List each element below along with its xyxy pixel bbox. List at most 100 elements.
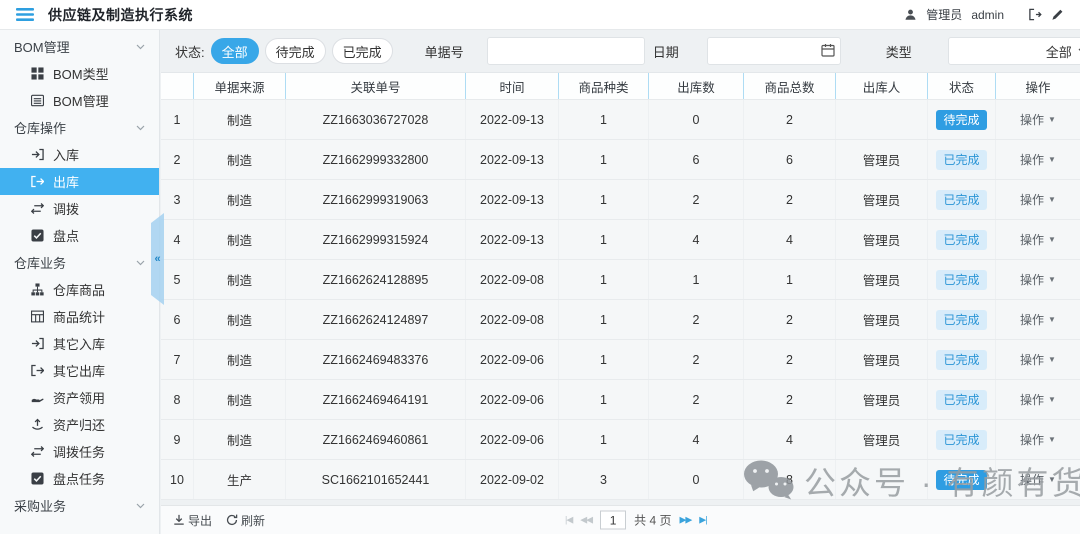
row-action-button[interactable]: 操作 ▼ — [1020, 311, 1056, 328]
sidebar-item-outbound[interactable]: 出库 — [0, 168, 159, 195]
row-action-button[interactable]: 操作 ▼ — [1020, 191, 1056, 208]
status-badge: 已完成 — [936, 350, 986, 370]
cell-index: 10 — [161, 460, 194, 499]
cell-source: 制造 — [194, 380, 286, 419]
page-number-input[interactable] — [600, 511, 626, 530]
sidebar-item-stocktake[interactable]: 盘点 — [0, 222, 159, 249]
cell-total-count: 2 — [744, 180, 836, 219]
cell-status: 待完成 — [928, 460, 996, 499]
collapse-left-icon: « — [154, 253, 160, 265]
check-square-icon — [30, 229, 44, 243]
cell-index: 3 — [161, 180, 194, 219]
sidebar-item-bom-type[interactable]: BOM类型 — [0, 60, 159, 87]
sidebar-group-warehouse-biz[interactable]: 仓库业务 — [0, 249, 159, 276]
chevron-down-icon — [136, 503, 145, 509]
sidebar-item-bom-manage[interactable]: BOM管理 — [0, 87, 159, 114]
cell-action: 操作 ▼ — [996, 220, 1080, 259]
status-badge: 已完成 — [936, 150, 986, 170]
chevron-down-icon — [136, 44, 145, 50]
sidebar-group-warehouse-ops[interactable]: 仓库操作 — [0, 114, 159, 141]
status-badge: 已完成 — [936, 390, 986, 410]
menu-hamburger-icon[interactable] — [16, 8, 34, 21]
cell-category-count: 1 — [559, 420, 649, 459]
caret-down-icon: ▼ — [1048, 115, 1056, 124]
sidebar-item-inbound[interactable]: 入库 — [0, 141, 159, 168]
cell-category-count: 3 — [559, 460, 649, 499]
sidebar-item-transfer-task[interactable]: 调拨任务 — [0, 438, 159, 465]
table-row: 4 制造 ZZ1662999315924 2022-09-13 1 4 4 管理… — [161, 220, 1080, 260]
page-last-button[interactable]: ▶| — [699, 515, 706, 526]
main-content: 状态: 全部 待完成 已完成 单据号 日期 类型 全部 单据来源 关联单号 时间 — [161, 30, 1080, 534]
cell-out-count: 2 — [649, 380, 744, 419]
sidebar-item-asset-requisition[interactable]: 资产领用 — [0, 384, 159, 411]
user-role: 管理员 — [926, 6, 962, 23]
cell-order-no: ZZ1663036727028 — [286, 100, 466, 139]
sign-out-icon — [30, 175, 44, 189]
list-icon — [30, 94, 44, 108]
page-prev-button[interactable]: ◀◀ — [580, 515, 592, 526]
app-title: 供应链及制造执行系统 — [48, 5, 193, 25]
cell-category-count: 1 — [559, 220, 649, 259]
sidebar-group-bom[interactable]: BOM管理 — [0, 33, 159, 60]
order-no-input[interactable] — [487, 37, 645, 65]
row-action-button[interactable]: 操作 ▼ — [1020, 431, 1056, 448]
calendar-icon[interactable] — [821, 43, 835, 57]
row-action-button[interactable]: 操作 ▼ — [1020, 391, 1056, 408]
check-square-icon — [30, 472, 44, 486]
cell-index: 8 — [161, 380, 194, 419]
row-action-button[interactable]: 操作 ▼ — [1020, 351, 1056, 368]
table-header-row: 单据来源 关联单号 时间 商品种类 出库数 商品总数 出库人 状态 操作 — [161, 72, 1080, 100]
sidebar-item-warehouse-goods[interactable]: 仓库商品 — [0, 276, 159, 303]
cell-status: 已完成 — [928, 180, 996, 219]
cell-source: 制造 — [194, 260, 286, 299]
sidebar-item-stocktake-task[interactable]: 盘点任务 — [0, 465, 159, 492]
status-filter-done[interactable]: 已完成 — [332, 38, 393, 64]
filter-bar: 状态: 全部 待完成 已完成 单据号 日期 类型 全部 — [161, 30, 1080, 72]
sidebar-item-other-outbound[interactable]: 其它出库 — [0, 357, 159, 384]
cell-operator: 管理员 — [836, 260, 928, 299]
sidebar-item-asset-return[interactable]: 资产归还 — [0, 411, 159, 438]
hand-holding-icon — [30, 391, 44, 405]
user-icon — [904, 8, 917, 21]
sidebar-item-other-inbound[interactable]: 其它入库 — [0, 330, 159, 357]
row-action-button[interactable]: 操作 ▼ — [1020, 231, 1056, 248]
caret-down-icon: ▼ — [1048, 235, 1056, 244]
theme-brush-icon[interactable] — [1051, 8, 1064, 21]
export-button[interactable]: 导出 — [173, 512, 212, 529]
cell-index: 6 — [161, 300, 194, 339]
cell-source: 生产 — [194, 460, 286, 499]
row-action-button[interactable]: 操作 ▼ — [1020, 111, 1056, 128]
cell-time: 2022-09-06 — [466, 420, 559, 459]
status-filter-all[interactable]: 全部 — [211, 38, 259, 64]
cell-total-count: 2 — [744, 100, 836, 139]
cell-order-no: ZZ1662999315924 — [286, 220, 466, 259]
sidebar-group-purchase-biz[interactable]: 采购业务 — [0, 492, 159, 519]
download-icon — [173, 514, 185, 526]
refresh-icon — [226, 514, 238, 526]
cell-category-count: 1 — [559, 340, 649, 379]
row-action-button[interactable]: 操作 ▼ — [1020, 471, 1056, 488]
caret-down-icon: ▼ — [1048, 315, 1056, 324]
cell-out-count: 2 — [649, 180, 744, 219]
cell-index: 5 — [161, 260, 194, 299]
type-select[interactable]: 全部 — [948, 37, 1080, 65]
cell-status: 已完成 — [928, 340, 996, 379]
sidebar-item-transfer[interactable]: 调拨 — [0, 195, 159, 222]
status-filter-pending[interactable]: 待完成 — [265, 38, 326, 64]
page-first-button[interactable]: |◀ — [565, 515, 572, 526]
cell-order-no: ZZ1662624128895 — [286, 260, 466, 299]
row-action-button[interactable]: 操作 ▼ — [1020, 151, 1056, 168]
type-select-value: 全部 — [1046, 42, 1072, 61]
table-row: 6 制造 ZZ1662624124897 2022-09-08 1 2 2 管理… — [161, 300, 1080, 340]
cell-total-count: 4 — [744, 420, 836, 459]
sidebar-item-goods-stats[interactable]: 商品统计 — [0, 303, 159, 330]
user-name: admin — [971, 8, 1004, 22]
refresh-button[interactable]: 刷新 — [226, 512, 265, 529]
page-total-label: 共 4 页 — [634, 512, 671, 529]
logout-icon[interactable] — [1028, 8, 1042, 21]
table-row: 1 制造 ZZ1663036727028 2022-09-13 1 0 2 待完… — [161, 100, 1080, 140]
table-header-cell: 单据来源 — [194, 73, 286, 99]
sidebar-collapse-handle[interactable]: « — [151, 213, 164, 305]
row-action-button[interactable]: 操作 ▼ — [1020, 271, 1056, 288]
page-next-button[interactable]: ▶▶ — [679, 515, 691, 526]
